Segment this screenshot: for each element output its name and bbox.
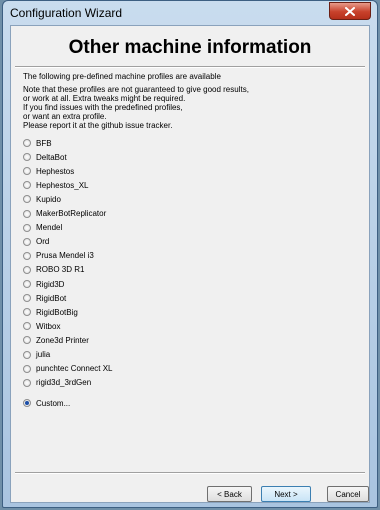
radio-selected-icon xyxy=(23,399,31,407)
radio-profile[interactable]: Witbox xyxy=(23,320,60,332)
radio-unselected-icon xyxy=(23,181,31,190)
radio-label: MakerBotReplicator xyxy=(36,209,107,218)
note-line: or work at all. Extra tweaks might be re… xyxy=(23,94,186,103)
intro-text: The following pre-defined machine profil… xyxy=(23,72,221,81)
radio-profile[interactable]: Hephestos xyxy=(23,165,74,177)
next-button[interactable]: Next > xyxy=(261,486,311,502)
radio-unselected-icon xyxy=(23,308,31,317)
note-line: Note that these profiles are not guarant… xyxy=(23,85,249,94)
radio-label: RigidBot xyxy=(36,293,67,303)
back-button[interactable]: < Back xyxy=(207,486,252,502)
close-icon xyxy=(345,6,355,16)
radio-unselected-icon xyxy=(23,223,31,232)
close-button[interactable] xyxy=(329,2,371,20)
radio-profile[interactable]: Hephestos_XL xyxy=(23,179,88,191)
radio-unselected-icon xyxy=(23,364,31,373)
note-line: Please report it at the github issue tra… xyxy=(23,121,173,130)
radio-label: Mendel xyxy=(36,223,63,233)
radio-unselected-icon xyxy=(23,153,31,162)
radio-unselected-icon xyxy=(23,336,31,345)
radio-profile[interactable]: ROBO 3D R1 xyxy=(23,264,84,276)
radio-profile[interactable]: RigidBot xyxy=(23,292,66,304)
radio-profile[interactable]: Ord xyxy=(23,236,49,248)
radio-unselected-icon xyxy=(23,350,31,359)
radio-unselected-icon xyxy=(23,209,31,218)
radio-label: Witbox xyxy=(36,321,61,331)
cancel-button[interactable]: Cancel xyxy=(327,486,369,502)
radio-unselected-icon xyxy=(23,195,31,204)
radio-label: Custom... xyxy=(36,398,71,408)
radio-label: Hephestos_XL xyxy=(36,180,89,190)
radio-profile[interactable]: Rigid3D xyxy=(23,278,64,290)
page-title: Other machine information xyxy=(68,37,312,58)
radio-label: Kupido xyxy=(36,194,61,204)
radio-label: rigid3d_3rdGen xyxy=(36,378,92,388)
header-divider xyxy=(15,66,365,68)
radio-profile[interactable]: julia xyxy=(23,349,50,361)
wizard-window: Configuration Wizard Other machine infor… xyxy=(2,0,378,508)
radio-profile[interactable]: RigidBotBig xyxy=(23,306,78,318)
radio-profile[interactable]: rigid3d_3rdGen xyxy=(23,377,91,389)
radio-unselected-icon xyxy=(23,237,31,246)
radio-unselected-icon xyxy=(23,251,31,260)
footer-divider xyxy=(15,472,365,474)
radio-custom[interactable]: Custom... xyxy=(23,397,70,409)
radio-label: Zone3d Printer xyxy=(36,335,89,345)
radio-unselected-icon xyxy=(23,265,31,274)
radio-label: Rigid3D xyxy=(36,279,65,289)
radio-label: DeltaBot xyxy=(36,152,67,162)
radio-profile[interactable]: MakerBotReplicator xyxy=(23,208,106,220)
radio-unselected-icon xyxy=(23,280,31,288)
radio-label: Hephestos xyxy=(36,166,75,176)
radio-unselected-icon xyxy=(23,139,31,147)
radio-label: BFB xyxy=(36,138,52,148)
radio-label: Ord xyxy=(36,237,50,247)
radio-profile[interactable]: DeltaBot xyxy=(23,151,67,163)
radio-profile[interactable]: punchtec Connect XL xyxy=(23,363,113,375)
radio-unselected-icon xyxy=(23,322,31,331)
title-bar[interactable]: Configuration Wizard xyxy=(3,1,377,25)
radio-label: punchtec Connect XL xyxy=(36,364,113,374)
radio-profile[interactable]: BFB xyxy=(23,137,52,149)
radio-profile[interactable]: Mendel xyxy=(23,222,62,234)
wizard-panel: Other machine information The following … xyxy=(10,25,370,503)
note-line: If you find issues with the predefined p… xyxy=(23,103,183,112)
radio-label: julia xyxy=(36,350,51,359)
radio-label: Prusa Mendel i3 xyxy=(36,251,94,261)
radio-label: RigidBotBig xyxy=(36,307,78,317)
radio-profile[interactable]: Kupido xyxy=(23,193,61,205)
radio-profile[interactable]: Prusa Mendel i3 xyxy=(23,250,94,262)
radio-unselected-icon xyxy=(23,378,31,387)
note-line: or want an extra profile. xyxy=(23,112,107,121)
radio-label: ROBO 3D R1 xyxy=(36,265,85,275)
radio-unselected-icon xyxy=(23,294,31,303)
window-title: Configuration Wizard xyxy=(10,6,123,20)
radio-profile[interactable]: Zone3d Printer xyxy=(23,334,89,346)
radio-unselected-icon xyxy=(23,167,31,176)
